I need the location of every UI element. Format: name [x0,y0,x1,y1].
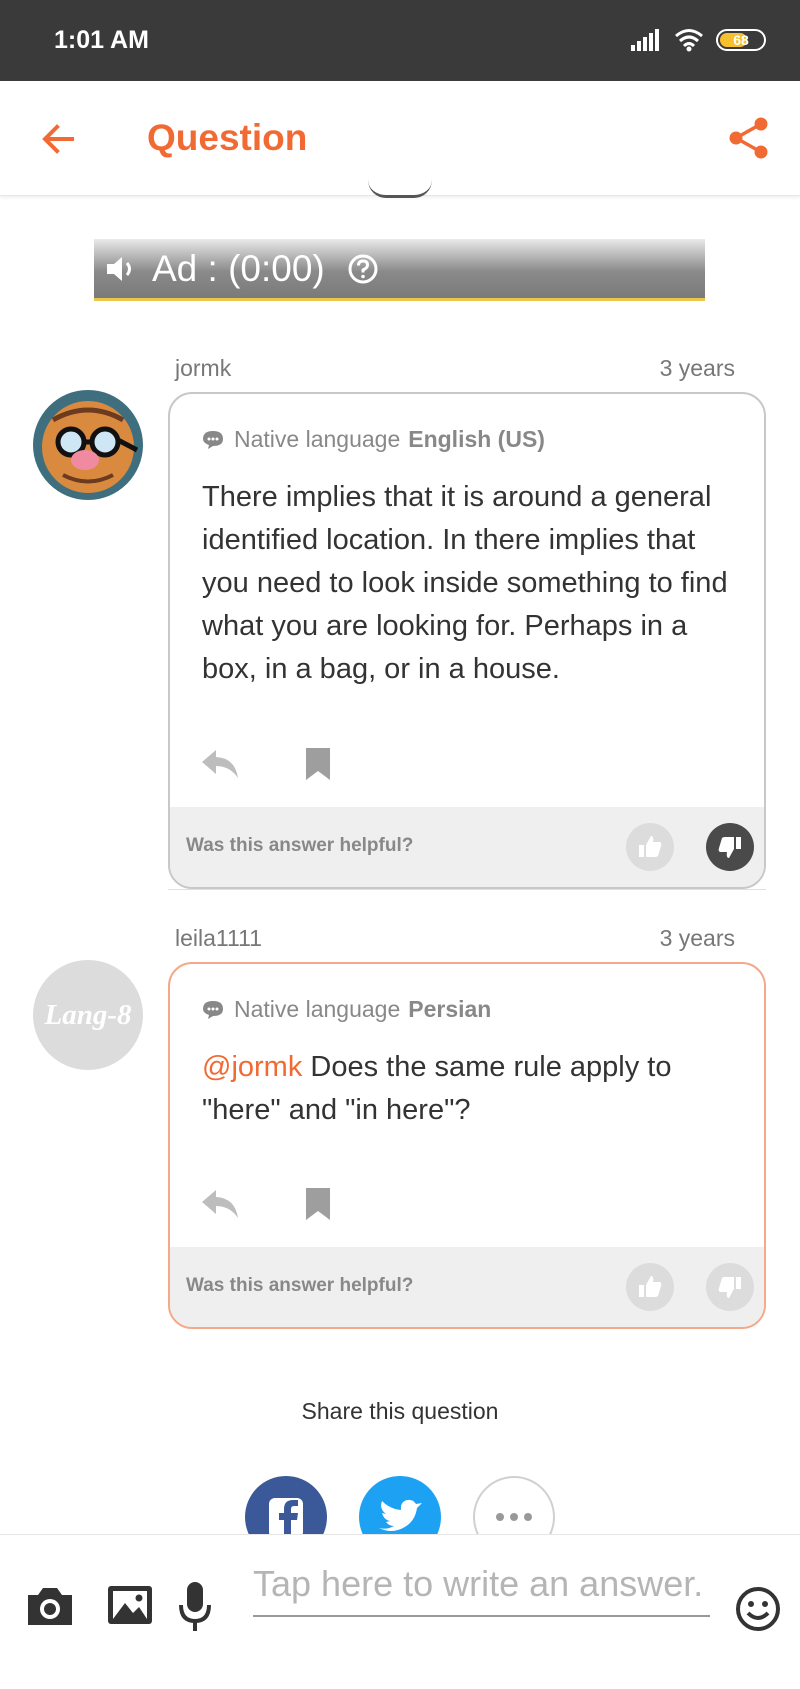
answer-username[interactable]: jormk [175,355,231,382]
answer-time: 3 years [659,355,735,381]
mention-link[interactable]: @jormk [202,1051,302,1083]
battery-percent: 68 [733,32,749,48]
bookmark-icon[interactable] [298,1186,338,1222]
thumbs-up-button[interactable] [626,1263,674,1311]
helpful-label: Was this answer helpful? [186,835,414,856]
signal-icon [631,29,659,51]
thumbs-down-icon [718,837,741,858]
status-bar: 1:01 AM 68 [0,0,800,81]
emoji-icon[interactable] [734,1585,782,1633]
avatar[interactable]: Lang-8 [33,960,143,1070]
answer-time: 3 years [659,925,735,951]
native-language-value: Persian [408,996,492,1022]
native-language-label: Native language [234,996,401,1022]
status-icons: 68 [630,28,766,52]
status-time: 1:01 AM [54,26,149,54]
back-arrow-icon[interactable] [38,119,78,159]
partial-image-edge [368,180,432,198]
helpful-label: Was this answer helpful? [186,1275,414,1296]
page-title: Question [147,117,308,158]
help-icon[interactable] [347,253,379,285]
reply-icon[interactable] [200,746,240,782]
thumbs-down-button[interactable] [706,1263,754,1311]
answer-input[interactable]: Tap here to write an answer. [253,1563,710,1617]
native-language: Native language English (US) [202,426,545,453]
answer-actions [200,746,338,782]
answer-username[interactable]: leila1111 [175,925,262,952]
speech-bubble-icon [203,1000,223,1019]
avatar[interactable] [33,390,143,500]
speech-bubble-icon [203,430,223,449]
share-question-label: Share this question [301,1398,499,1424]
answer-item: leila1111 3 years Lang-8 Native language… [0,925,800,1345]
bookmark-icon[interactable] [298,746,338,782]
helpful-bar: Was this answer helpful? [170,807,764,887]
ad-label: Ad : (0:00) [152,247,325,289]
thumbs-up-icon [639,836,662,857]
answer-item: jormk 3 years Native language English (U… [0,355,800,895]
answer-card: Native language English (US) There impli… [168,392,766,889]
answer-text: @jormk Does the same rule apply to "here… [202,1046,742,1132]
ad-banner[interactable]: Ad : (0:00) [94,239,705,301]
reply-icon[interactable] [200,1186,240,1222]
battery-indicator: 68 [716,29,766,51]
native-language-value: English (US) [408,426,545,452]
thumbs-down-icon [718,1277,741,1298]
app-bar: Question [0,81,800,196]
native-language-label: Native language [234,426,401,452]
divider [168,889,766,890]
answer-actions [200,1186,338,1222]
share-icon[interactable] [726,115,772,161]
answer-card: Native language Persian @jormk Does the … [168,962,766,1329]
answer-composer: Tap here to write an answer. [0,1534,800,1689]
answer-text: There implies that it is around a genera… [202,481,728,685]
wifi-icon [675,29,703,52]
speaker-icon[interactable] [104,252,138,286]
thumbs-up-icon [639,1276,662,1297]
thumbs-down-button[interactable] [706,823,754,871]
native-language: Native language Persian [202,996,491,1023]
camera-icon[interactable] [24,1583,76,1629]
microphone-icon[interactable] [176,1579,214,1635]
helpful-bar: Was this answer helpful? [170,1247,764,1327]
thumbs-up-button[interactable] [626,823,674,871]
image-icon[interactable] [105,1583,155,1627]
avatar-text: Lang-8 [44,998,132,1031]
avatar-image [33,390,143,500]
